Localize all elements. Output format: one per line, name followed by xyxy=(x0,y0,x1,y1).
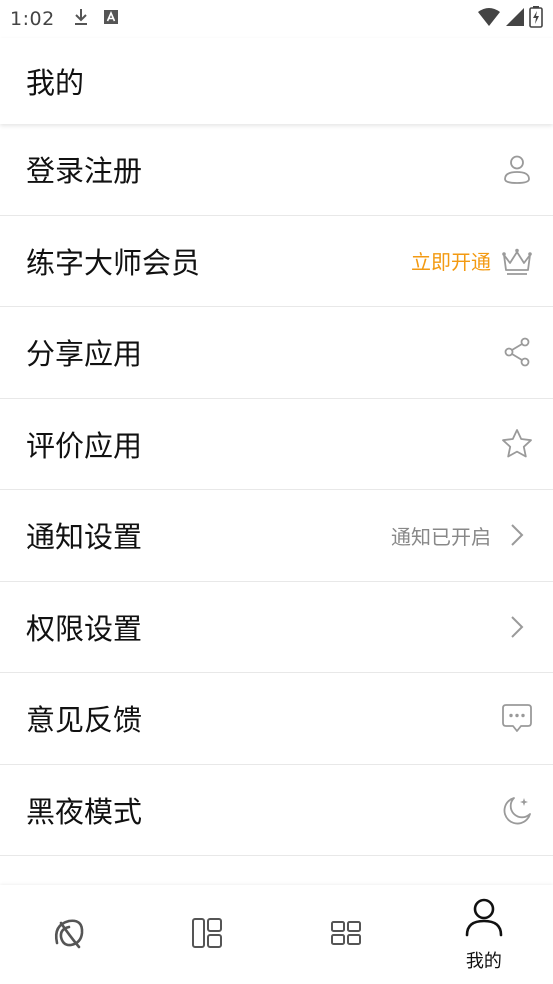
a-badge-icon xyxy=(103,9,119,29)
menu-item-label: 通知设置 xyxy=(26,520,143,555)
signal-icon xyxy=(505,7,525,31)
nav-tab-practice[interactable] xyxy=(138,885,276,984)
menu-item-label: 评价应用 xyxy=(26,428,143,463)
person-icon xyxy=(499,151,535,187)
nav-tab-home[interactable] xyxy=(0,885,138,984)
battery-icon xyxy=(529,6,543,32)
menu-item-partial xyxy=(0,856,553,885)
nav-tab-library[interactable] xyxy=(277,885,415,984)
chevron-right-icon xyxy=(499,517,535,553)
menu-item-label: 练字大师会员 xyxy=(26,245,201,280)
menu-item-notification-settings[interactable]: 通知设置 通知已开启 xyxy=(0,490,553,582)
menu-item-login-register[interactable]: 登录注册 xyxy=(0,124,553,216)
menu-item-rate-app[interactable]: 评价应用 xyxy=(0,399,553,490)
status-time: 1:02 xyxy=(10,8,55,30)
menu-item-vip-membership[interactable]: 练字大师会员 立即开通 xyxy=(0,216,553,307)
vip-activate-link[interactable]: 立即开通 xyxy=(411,246,491,275)
menu-item-permission-settings[interactable]: 权限设置 xyxy=(0,582,553,673)
menu-item-dark-mode[interactable]: 黑夜模式 xyxy=(0,765,553,856)
bottom-nav: 我的 xyxy=(0,885,553,984)
menu-item-label: 黑夜模式 xyxy=(26,794,143,829)
menu-item-feedback[interactable]: 意见反馈 xyxy=(0,673,553,765)
menu-list: 登录注册 练字大师会员 立即开通 分享应用 评价应用 通知设置 通知已开启 权限… xyxy=(0,124,553,885)
download-icon xyxy=(73,7,89,31)
share-icon xyxy=(499,334,535,370)
chat-bubble-icon xyxy=(499,700,535,736)
logo-brush-icon xyxy=(49,913,89,957)
crown-icon xyxy=(499,243,535,279)
status-bar: 1:02 xyxy=(0,0,553,38)
menu-item-label: 分享应用 xyxy=(26,337,143,372)
grid-icon xyxy=(328,915,364,955)
layout-panels-icon xyxy=(189,915,225,955)
nav-tab-mine[interactable]: 我的 xyxy=(415,885,553,984)
menu-item-label: 登录注册 xyxy=(26,154,143,189)
moon-icon xyxy=(499,792,535,828)
chevron-right-icon xyxy=(499,609,535,645)
person-icon xyxy=(463,897,505,941)
wifi-icon xyxy=(477,7,501,31)
page-title: 我的 xyxy=(26,66,85,100)
notification-status-text: 通知已开启 xyxy=(391,524,491,549)
menu-item-label: 权限设置 xyxy=(26,611,143,646)
menu-item-share-app[interactable]: 分享应用 xyxy=(0,307,553,399)
nav-tab-label: 我的 xyxy=(465,950,502,972)
menu-item-label: 意见反馈 xyxy=(26,703,143,738)
star-icon xyxy=(499,426,535,462)
app-header: 我的 xyxy=(0,38,553,124)
